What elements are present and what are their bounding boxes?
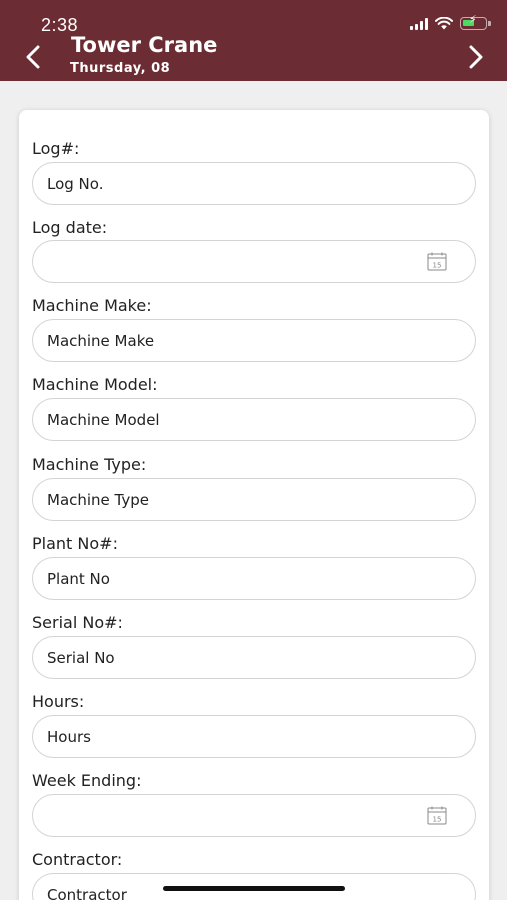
chevron-right-icon: [469, 45, 483, 69]
serial-number-input[interactable]: Serial No: [32, 636, 476, 679]
calendar-icon[interactable]: 15: [427, 806, 447, 825]
hours-label: Hours:: [32, 692, 85, 711]
week-ending-label: Week Ending:: [32, 771, 142, 790]
log-number-input[interactable]: Log No.: [32, 162, 476, 205]
calendar-icon[interactable]: 15: [427, 252, 447, 271]
status-icons: ⚡: [410, 15, 491, 30]
contractor-label: Contractor:: [32, 850, 123, 869]
cellular-signal-icon: [410, 17, 428, 30]
week-ending-input[interactable]: 15: [32, 794, 476, 837]
svg-text:15: 15: [433, 262, 442, 270]
page-subtitle-date: Thursday, 08: [70, 61, 171, 76]
log-date-label: Log date:: [32, 218, 108, 237]
page-title: Tower Crane: [71, 33, 218, 57]
log-date-input[interactable]: 15: [32, 240, 476, 283]
serial-number-label: Serial No#:: [32, 613, 123, 632]
next-button[interactable]: [461, 42, 491, 72]
chevron-left-icon: [26, 45, 40, 69]
svg-text:15: 15: [433, 816, 442, 824]
app-header: 2:38 ⚡ Tower Crane Thursday, 08: [0, 0, 507, 81]
plant-number-input[interactable]: Plant No: [32, 557, 476, 600]
back-button[interactable]: [18, 42, 48, 72]
plant-number-label: Plant No#:: [32, 534, 118, 553]
machine-type-input[interactable]: Machine Type: [32, 478, 476, 521]
home-indicator[interactable]: [163, 886, 345, 891]
machine-make-label: Machine Make:: [32, 296, 152, 315]
hours-input[interactable]: Hours: [32, 715, 476, 758]
machine-model-input[interactable]: Machine Model: [32, 398, 476, 441]
battery-icon: ⚡: [460, 15, 491, 30]
machine-make-input[interactable]: Machine Make: [32, 319, 476, 362]
machine-type-label: Machine Type:: [32, 455, 147, 474]
wifi-icon: [435, 17, 453, 30]
log-number-label: Log#:: [32, 139, 80, 158]
machine-model-label: Machine Model:: [32, 375, 158, 394]
